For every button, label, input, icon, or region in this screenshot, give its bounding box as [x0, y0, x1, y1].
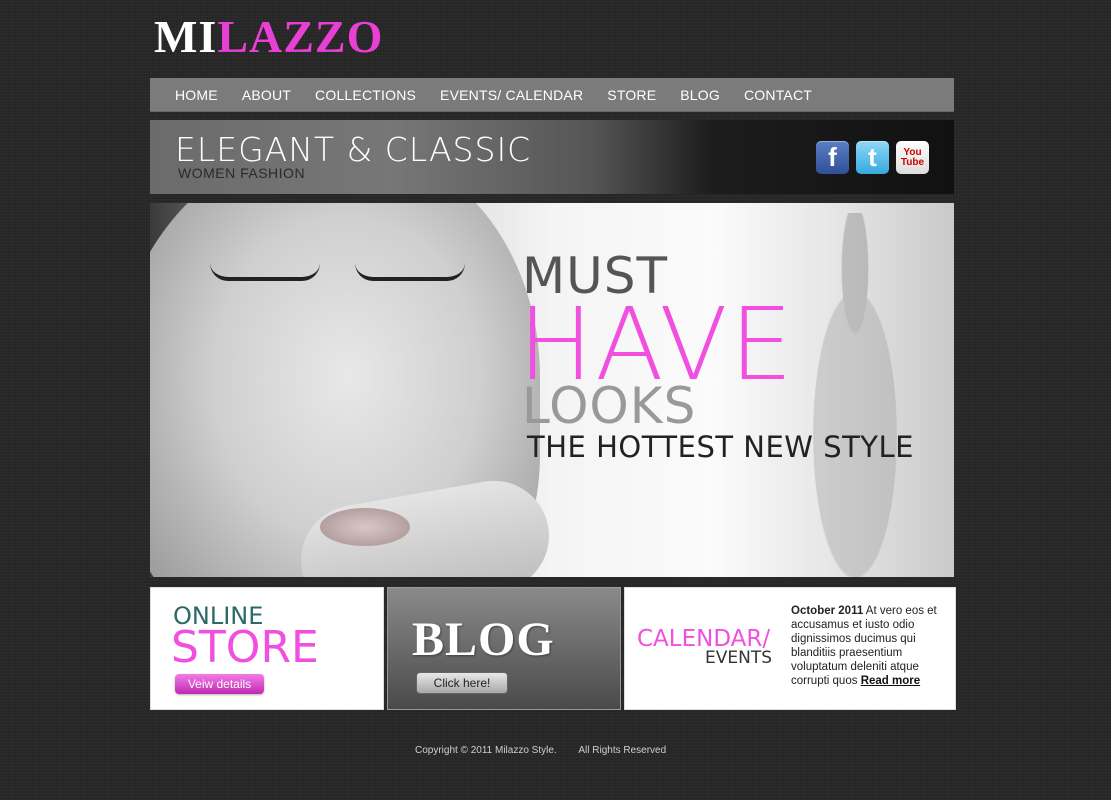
banner-title: ELEGANT & CLASSIC	[175, 130, 532, 169]
site-logo[interactable]: MILAZZO	[154, 14, 383, 60]
calendar-box: CALENDAR/ EVENTS October 2011 At vero eo…	[624, 587, 956, 710]
logo-part-white: MI	[154, 11, 218, 62]
lips-illustration	[320, 508, 410, 546]
blog-box: BLOG Click here!	[387, 587, 621, 710]
store-title-store: STORE	[171, 622, 319, 673]
nav-events-calendar[interactable]: EVENTS/ CALENDAR	[440, 87, 583, 103]
facebook-icon[interactable]: f	[816, 141, 849, 174]
events-title: EVENTS	[705, 648, 773, 668]
youtube-icon[interactable]: You Tube	[896, 141, 929, 174]
nav-store[interactable]: STORE	[607, 87, 656, 103]
eye-left	[210, 263, 320, 281]
main-nav: HOME ABOUT COLLECTIONS EVENTS/ CALENDAR …	[150, 78, 954, 112]
twitter-icon[interactable]: t	[856, 141, 889, 174]
eye-right	[355, 263, 465, 281]
calendar-date: October 2011	[791, 605, 864, 617]
nav-blog[interactable]: BLOG	[680, 87, 720, 103]
calendar-text: October 2011 At vero eos et accusamus et…	[791, 604, 951, 688]
hero-text-style: THE HOTTEST NEW STYLE	[527, 430, 915, 464]
hero-image: MUST HAVE LOOKS THE HOTTEST NEW STYLE	[150, 203, 954, 577]
nav-contact[interactable]: CONTACT	[744, 87, 812, 103]
online-store-box: ONLINE STORE Veiw details	[150, 587, 384, 710]
page-container: MILAZZO HOME ABOUT COLLECTIONS EVENTS/ C…	[150, 0, 956, 800]
nav-collections[interactable]: COLLECTIONS	[315, 87, 416, 103]
blog-title: BLOG	[412, 613, 555, 666]
banner-subtitle: WOMEN FASHION	[178, 165, 306, 181]
nav-home[interactable]: HOME	[175, 87, 218, 103]
click-here-button[interactable]: Click here!	[416, 672, 508, 694]
model-silhouette	[790, 213, 920, 577]
hero-text-looks: LOOKS	[522, 377, 697, 435]
tagline-banner: ELEGANT & CLASSIC WOMEN FASHION f t You …	[150, 120, 954, 194]
nav-about[interactable]: ABOUT	[242, 87, 291, 103]
logo-part-pink: LAZZO	[217, 11, 384, 62]
footer-copyright: Copyright © 2011 Milazzo Style. All Righ…	[415, 745, 667, 756]
read-more-link[interactable]: Read more	[861, 675, 920, 687]
view-details-button[interactable]: Veiw details	[175, 674, 264, 694]
